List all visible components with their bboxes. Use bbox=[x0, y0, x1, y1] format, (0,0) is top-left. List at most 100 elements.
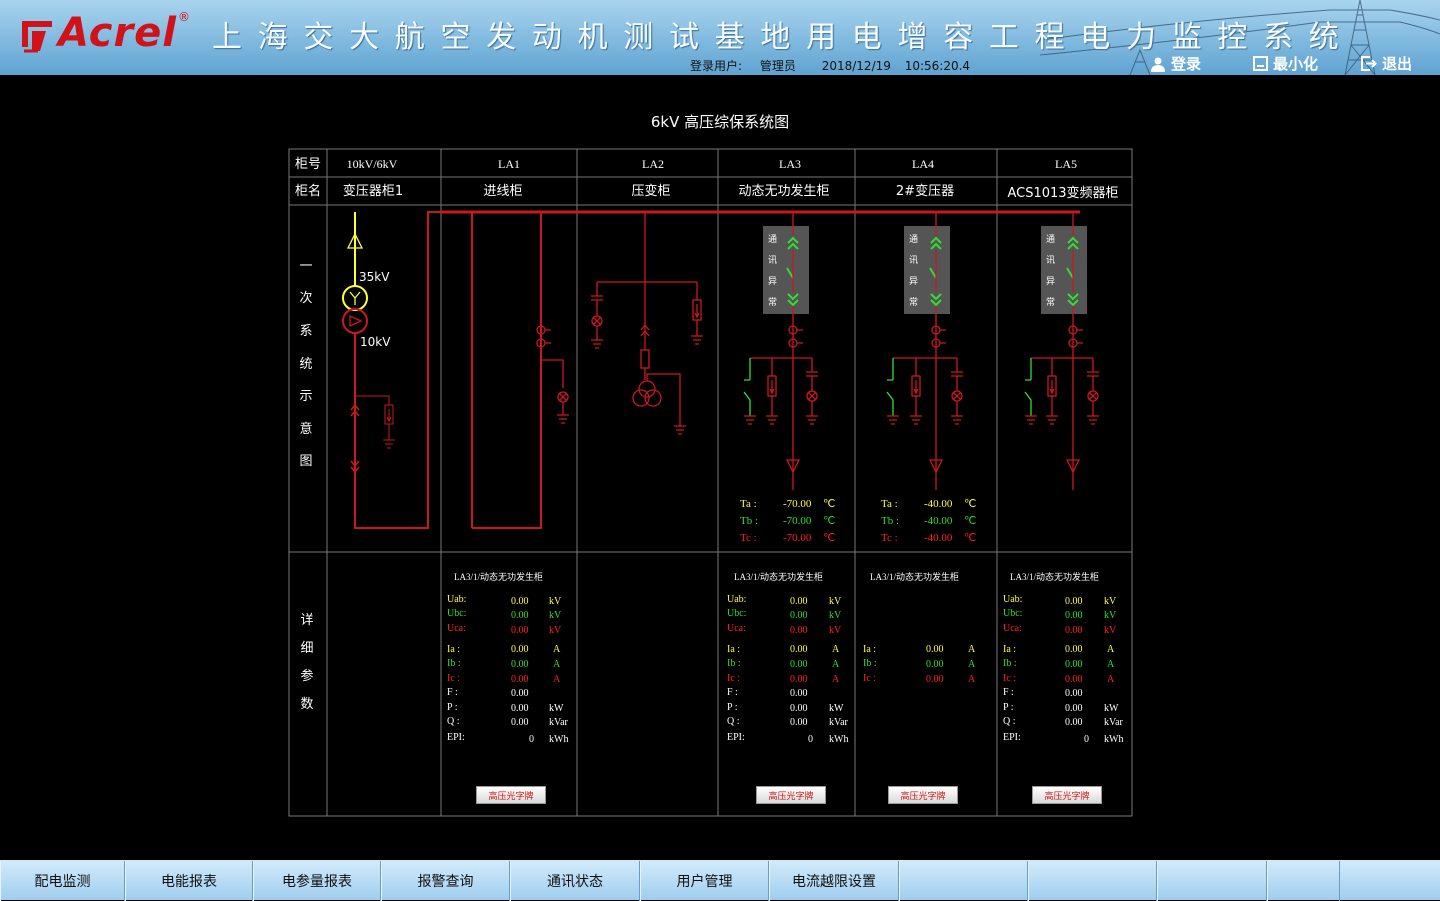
cabinet-name-3: 压变柜 bbox=[631, 183, 670, 199]
la4-tc-unit: ℃ bbox=[964, 532, 976, 544]
la4-hv-indicator-button[interactable]: 高压光字牌 bbox=[888, 786, 958, 804]
la1-ia-value: 0.00 bbox=[511, 644, 529, 655]
la1-uab-label: Uab: bbox=[447, 594, 466, 605]
la3-f-value: 0.00 bbox=[790, 688, 808, 699]
cabinet-name-6: ACS1013变频器柜 bbox=[1007, 185, 1118, 201]
la1-ib-value: 0.00 bbox=[511, 659, 529, 670]
cabinet-no-4: LA3 bbox=[779, 157, 801, 171]
la3-q-value: 0.00 bbox=[790, 717, 808, 728]
nav-parameter-report[interactable]: 电参量报表 bbox=[253, 861, 381, 901]
la5-detail-panel: LA3/1/动态无功发生柜 Uab: 0.00 kV Ubc: 0.00 kV Uca:… bbox=[1003, 571, 1124, 745]
la5-hv-indicator-button[interactable]: 高压光字牌 bbox=[1032, 786, 1102, 804]
cabinet-no-2: LA1 bbox=[498, 157, 520, 171]
la1-f-value: 0.00 bbox=[511, 688, 529, 699]
la3-ubc-value: 0.00 bbox=[790, 610, 808, 621]
la1-ib-label: Ib : bbox=[447, 658, 461, 669]
primary-label-4: 示 bbox=[299, 389, 312, 404]
nav-alarm-query[interactable]: 报警查询 bbox=[381, 861, 510, 901]
la3-ia-label: Ia : bbox=[727, 644, 740, 655]
la5-ia-label: Ia : bbox=[1003, 644, 1016, 655]
la5-ia-value: 0.00 bbox=[1065, 644, 1083, 655]
la1-p-value: 0.00 bbox=[511, 703, 529, 714]
la5-ubc-label: Ubc: bbox=[1003, 608, 1022, 619]
la5-ib-value: 0.00 bbox=[1065, 659, 1083, 670]
la5-p-value: 0.00 bbox=[1065, 703, 1083, 714]
la3-hv-indicator-button[interactable]: 高压光字牌 bbox=[756, 786, 826, 804]
la4-feeder-diagram: 通 讯 异 常 bbox=[886, 212, 963, 490]
la5-ubc-unit: kV bbox=[1104, 610, 1117, 621]
la1-ia-label: Ia : bbox=[447, 644, 460, 655]
la3-detail-panel: LA3/1/动态无功发生柜 Uab: 0.00 kV Ubc: 0.00 kV Uca:… bbox=[727, 571, 849, 745]
nav-overcurrent-settings[interactable]: 电流越限设置 bbox=[769, 861, 899, 901]
nav-empty-2[interactable] bbox=[1028, 861, 1157, 901]
la3-temperature: Ta : -70.00 ℃ Tb : -70.00 ℃ Tc : -70.00 … bbox=[740, 498, 835, 544]
la5-ia-unit: A bbox=[1107, 644, 1115, 655]
la1-ia-unit: A bbox=[553, 644, 561, 655]
nav-energy-report[interactable]: 电能报表 bbox=[125, 861, 253, 901]
nav-comm-status[interactable]: 通讯状态 bbox=[510, 861, 640, 901]
transformer-cabinet-diagram: 35kV 10kV bbox=[342, 211, 542, 529]
la3-ia-value: 0.00 bbox=[790, 644, 808, 655]
la5-ic-label: Ic : bbox=[1003, 673, 1016, 684]
la3-p-value: 0.00 bbox=[790, 703, 808, 714]
la5-epi-label: EPI: bbox=[1003, 732, 1021, 743]
la1-p-label: P : bbox=[447, 702, 457, 713]
cabinet-no-1: 10kV/6kV bbox=[347, 157, 398, 171]
la3-q-unit: kVar bbox=[829, 717, 849, 728]
la3-epi-unit: kWh bbox=[829, 734, 848, 745]
cabinet-name-2: 进线柜 bbox=[483, 184, 522, 199]
la4-ib-unit: A bbox=[968, 659, 976, 670]
cabinet-no-header: 柜号 bbox=[295, 157, 321, 172]
nav-empty-1[interactable] bbox=[899, 861, 1028, 901]
la3-epi-value: 0 bbox=[808, 734, 813, 745]
la3-comm-2: 异 bbox=[768, 276, 777, 287]
la3-epi-label: EPI: bbox=[727, 732, 745, 743]
primary-label-5: 意 bbox=[299, 421, 312, 437]
la5-comm-2: 异 bbox=[1046, 276, 1055, 287]
la4-tb-value: -40.00 bbox=[924, 515, 953, 527]
bottom-navigation: 配电监测 电能报表 电参量报表 报警查询 通讯状态 用户管理 电流越限设置 bbox=[0, 860, 1440, 901]
la3-uab-value: 0.00 bbox=[790, 596, 808, 607]
la5-ic-value: 0.00 bbox=[1065, 674, 1083, 685]
la5-ic-unit: A bbox=[1107, 674, 1115, 685]
la4-panel-title: LA3/1/动态无功发生柜 bbox=[870, 571, 959, 582]
la3-p-label: P : bbox=[727, 702, 737, 713]
la1-hv-indicator-button[interactable]: 高压光字牌 bbox=[476, 786, 546, 804]
cabinet-name-5: 2#变压器 bbox=[896, 183, 954, 199]
la4-ia-value: 0.00 bbox=[926, 644, 944, 655]
la3-q-label: Q : bbox=[727, 716, 740, 727]
la1-ubc-value: 0.00 bbox=[511, 610, 529, 621]
la3-ib-value: 0.00 bbox=[790, 659, 808, 670]
nav-power-monitoring[interactable]: 配电监测 bbox=[0, 861, 125, 901]
detail-label-0: 详 bbox=[300, 613, 313, 628]
la5-uab-label: Uab: bbox=[1003, 594, 1022, 605]
nav-empty-3[interactable] bbox=[1157, 861, 1267, 901]
la4-ic-value: 0.00 bbox=[926, 674, 944, 685]
la1-detail-panel: LA3/1/动态无功发生柜 Uab: 0.00 kV Ubc: 0.00 kV Uca:… bbox=[447, 571, 569, 745]
la1-f-label: F : bbox=[447, 687, 458, 698]
la5-uab-value: 0.00 bbox=[1065, 596, 1083, 607]
la1-ubc-label: Ubc: bbox=[447, 608, 466, 619]
la5-epi-unit: kWh bbox=[1104, 734, 1123, 745]
la3-uca-value: 0.00 bbox=[790, 625, 808, 636]
la3-ubc-unit: kV bbox=[829, 610, 842, 621]
la1-q-label: Q : bbox=[447, 716, 460, 727]
la4-ic-label: Ic : bbox=[863, 673, 876, 684]
la5-comm-0: 通 bbox=[1046, 234, 1055, 245]
la3-comm-3: 常 bbox=[768, 296, 777, 308]
la5-q-label: Q : bbox=[1003, 716, 1016, 727]
la4-ia-label: Ia : bbox=[863, 644, 876, 655]
nav-user-management[interactable]: 用户管理 bbox=[640, 861, 769, 901]
la4-tb-label: Tb : bbox=[881, 515, 899, 527]
primary-label-3: 统 bbox=[299, 357, 312, 372]
la5-ib-label: Ib : bbox=[1003, 658, 1017, 669]
la5-ib-unit: A bbox=[1107, 659, 1115, 670]
la3-comm-0: 通 bbox=[768, 234, 777, 245]
la1-uab-value: 0.00 bbox=[511, 596, 529, 607]
la3-tb-label: Tb : bbox=[740, 515, 758, 527]
nav-empty-4[interactable] bbox=[1267, 861, 1340, 901]
la5-q-value: 0.00 bbox=[1065, 717, 1083, 728]
la4-ic-unit: A bbox=[968, 674, 976, 685]
la3-p-unit: kW bbox=[829, 703, 844, 714]
la3-f-label: F : bbox=[727, 687, 738, 698]
